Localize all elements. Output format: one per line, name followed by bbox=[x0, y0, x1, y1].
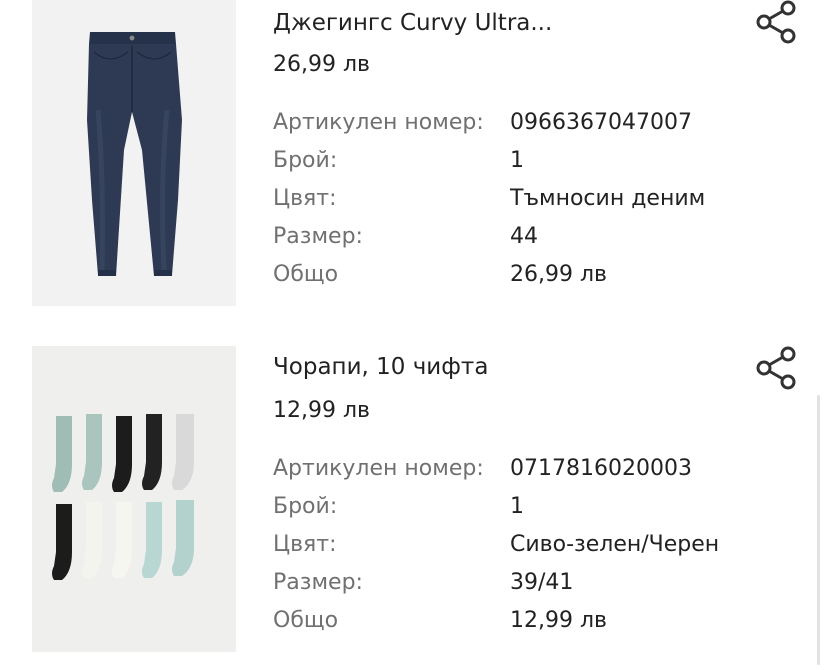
detail-row-total: Общо 26,99 лв bbox=[273, 256, 793, 294]
detail-row-color: Цвят: Тъмносин деним bbox=[273, 180, 793, 218]
share-button[interactable] bbox=[752, 346, 800, 390]
product-price: 12,99 лв bbox=[273, 398, 371, 423]
share-button[interactable] bbox=[752, 0, 800, 44]
product-details: Артикулен номер: 0966367047007 Брой: 1 Ц… bbox=[273, 104, 793, 294]
detail-value: Сиво-зелен/Черен bbox=[510, 532, 720, 557]
scrollbar[interactable] bbox=[817, 395, 820, 665]
detail-label: Цвят: bbox=[273, 532, 337, 557]
detail-row-size: Размер: 44 bbox=[273, 218, 793, 256]
detail-value: 1 bbox=[510, 494, 524, 519]
socks-product-image bbox=[32, 346, 236, 652]
detail-value: 12,99 лв bbox=[510, 608, 608, 633]
detail-label: Артикулен номер: bbox=[273, 110, 484, 135]
product-details: Артикулен номер: 0717816020003 Брой: 1 Ц… bbox=[273, 450, 793, 640]
detail-row-quantity: Брой: 1 bbox=[273, 488, 793, 526]
detail-row-article: Артикулен номер: 0966367047007 bbox=[273, 104, 793, 142]
product-image-socks[interactable] bbox=[32, 346, 236, 652]
detail-label: Артикулен номер: bbox=[273, 456, 484, 481]
detail-row-article: Артикулен номер: 0717816020003 bbox=[273, 450, 793, 488]
product-price: 26,99 лв bbox=[273, 52, 371, 77]
share-icon bbox=[756, 346, 796, 390]
detail-label: Размер: bbox=[273, 224, 363, 249]
detail-value: 26,99 лв bbox=[510, 262, 608, 287]
product-title[interactable]: Джегингс Curvy Ultra... bbox=[273, 8, 552, 38]
detail-value: 39/41 bbox=[510, 570, 574, 595]
cart-item: Джегингс Curvy Ultra... 26,99 лв Артикул… bbox=[0, 0, 828, 306]
product-image-jeans[interactable] bbox=[32, 0, 236, 306]
cart-item: Чорапи, 10 чифта 12,99 лв Артикулен номе… bbox=[0, 346, 828, 652]
share-icon bbox=[756, 0, 796, 44]
detail-label: Общо bbox=[273, 608, 339, 633]
detail-value: Тъмносин деним bbox=[510, 186, 706, 211]
detail-label: Брой: bbox=[273, 148, 338, 173]
detail-label: Цвят: bbox=[273, 186, 337, 211]
detail-row-total: Общо 12,99 лв bbox=[273, 602, 793, 640]
detail-label: Брой: bbox=[273, 494, 338, 519]
detail-label: Общо bbox=[273, 262, 339, 287]
detail-label: Размер: bbox=[273, 570, 363, 595]
detail-row-quantity: Брой: 1 bbox=[273, 142, 793, 180]
detail-value: 44 bbox=[510, 224, 538, 249]
detail-row-color: Цвят: Сиво-зелен/Черен bbox=[273, 526, 793, 564]
jeans-product-image bbox=[32, 0, 236, 306]
detail-value: 1 bbox=[510, 148, 524, 173]
detail-value: 0966367047007 bbox=[510, 110, 692, 135]
detail-value: 0717816020003 bbox=[510, 456, 692, 481]
product-title[interactable]: Чорапи, 10 чифта bbox=[273, 352, 488, 382]
detail-row-size: Размер: 39/41 bbox=[273, 564, 793, 602]
